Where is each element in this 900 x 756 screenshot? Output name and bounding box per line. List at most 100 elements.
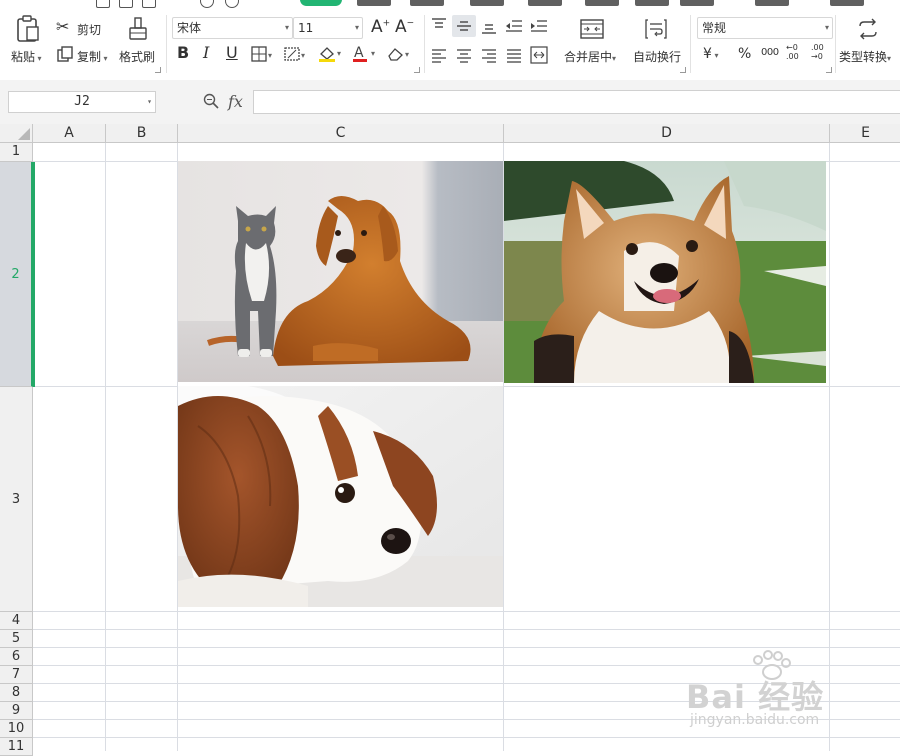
menu-tab[interactable] (635, 0, 669, 6)
name-box[interactable]: J2 ▾ (8, 91, 156, 113)
fill-color-icon[interactable]: ▾ (318, 45, 344, 65)
bold-icon[interactable]: B (177, 45, 189, 61)
grid-line (33, 611, 900, 612)
increase-decimal-button[interactable]: ←0 .00 (786, 43, 802, 61)
format-painter-icon[interactable] (128, 17, 148, 43)
type-convert-label: 类型转换 (839, 50, 888, 64)
divider (166, 15, 167, 73)
indent-icon[interactable] (530, 18, 548, 36)
svg-text:A: A (354, 45, 364, 61)
menu-tab[interactable] (680, 0, 714, 6)
align-right-icon[interactable] (481, 47, 497, 65)
divider (424, 15, 425, 73)
font-expand-icon[interactable] (414, 67, 420, 73)
font-color-icon[interactable]: A ▾ (352, 45, 378, 65)
align-middle-icon[interactable] (452, 15, 476, 37)
copy-button[interactable]: 复制 ▾ (77, 48, 108, 65)
format-painter-button[interactable]: 格式刷 (119, 48, 155, 65)
embedded-image-cat-and-dog[interactable] (178, 161, 503, 382)
outdent-icon[interactable] (505, 18, 523, 36)
row-header-6[interactable]: 6 (0, 648, 33, 666)
decrease-decimal-button[interactable]: .00 →0 (811, 43, 827, 61)
paste-button[interactable]: 粘贴 ▾ (11, 48, 42, 65)
select-all-corner[interactable] (0, 124, 33, 143)
justify-icon[interactable] (506, 47, 522, 65)
menu-tab[interactable] (528, 0, 562, 6)
svg-text:▾: ▾ (371, 49, 375, 58)
menu-tab[interactable] (830, 0, 864, 6)
row-header-1[interactable]: 1 (0, 143, 33, 162)
row-header-4[interactable]: 4 (0, 612, 33, 630)
scissors-icon[interactable]: ✂ (56, 19, 69, 35)
align-bottom-icon[interactable] (481, 19, 497, 37)
column-header-b[interactable]: B (106, 124, 178, 143)
merge-center-button[interactable]: 合并居中▾ (564, 48, 616, 65)
number-format-select[interactable]: 常规 ▾ (697, 17, 833, 39)
embedded-image-corgi[interactable] (504, 161, 826, 383)
underline-icon[interactable]: U (226, 45, 238, 61)
merge-center-icon[interactable] (580, 18, 604, 42)
watermark-url: jingyan.baidu.com (690, 712, 820, 728)
menu-tab[interactable] (357, 0, 391, 6)
distributed-align-icon[interactable] (530, 46, 548, 66)
save-icon[interactable] (96, 0, 110, 8)
title-bar-strip (0, 0, 900, 9)
type-convert-button[interactable]: 类型转换▾ (839, 48, 891, 65)
copy-label: 复制 (77, 50, 102, 64)
row-header-9[interactable]: 9 (0, 702, 33, 720)
cell-style-icon[interactable]: ▾ (284, 46, 308, 64)
column-header-c[interactable]: C (178, 124, 504, 143)
row-header-5[interactable]: 5 (0, 630, 33, 648)
grid-line (33, 629, 900, 630)
increase-font-icon[interactable]: A+ (371, 19, 390, 36)
font-name-select[interactable]: 宋体 ▾ (172, 17, 293, 39)
fx-icon[interactable]: fx (228, 92, 243, 111)
menu-tab[interactable] (410, 0, 444, 6)
redo-icon[interactable] (225, 0, 239, 8)
align-center-icon[interactable] (456, 47, 472, 65)
align-top-icon[interactable] (431, 17, 447, 35)
font-size-select[interactable]: 11 ▾ (293, 17, 363, 39)
decrease-font-icon[interactable]: A− (395, 19, 414, 36)
type-convert-icon[interactable] (857, 18, 879, 42)
print-icon[interactable] (119, 0, 133, 8)
paste-icon[interactable] (15, 15, 41, 45)
column-header-a[interactable]: A (33, 124, 106, 143)
copy-icon[interactable] (57, 46, 73, 64)
number-expand-icon[interactable] (826, 67, 832, 73)
italic-icon[interactable]: I (203, 45, 209, 61)
cut-button[interactable]: 剪切 (77, 21, 101, 38)
row-header-8[interactable]: 8 (0, 684, 33, 702)
wrap-text-icon[interactable] (645, 18, 667, 42)
thousands-separator-button[interactable]: 000 (761, 47, 779, 58)
svg-text:▾: ▾ (268, 51, 272, 60)
percent-button[interactable]: % (738, 46, 751, 62)
clear-format-icon[interactable]: ▾ (386, 46, 412, 64)
svg-text:▾: ▾ (405, 50, 409, 59)
row-header-7[interactable]: 7 (0, 666, 33, 684)
zoom-icon[interactable] (203, 93, 219, 112)
row-header-2[interactable]: 2 (0, 162, 33, 387)
number-format-value: 常规 (702, 21, 727, 35)
borders-icon[interactable]: ▾ (251, 46, 275, 64)
menu-tab[interactable] (755, 0, 789, 6)
column-header-e[interactable]: E (830, 124, 900, 143)
row-header-3[interactable]: 3 (0, 387, 33, 612)
preview-icon[interactable] (142, 0, 156, 8)
menu-tab[interactable] (585, 0, 619, 6)
start-tab-active[interactable] (300, 0, 342, 6)
row-header-11[interactable]: 11 (0, 738, 33, 756)
align-left-icon[interactable] (431, 47, 447, 65)
column-header-d[interactable]: D (504, 124, 830, 143)
alignment-expand-icon[interactable] (680, 67, 686, 73)
merge-center-label: 合并居中 (564, 50, 613, 64)
row-header-10[interactable]: 10 (0, 720, 33, 738)
embedded-image-spaniel[interactable] (178, 386, 503, 607)
currency-button[interactable]: ¥ ▾ (703, 46, 718, 62)
wrap-text-button[interactable]: 自动换行 (633, 48, 681, 65)
undo-icon[interactable] (200, 0, 214, 8)
clipboard-expand-icon[interactable] (155, 67, 161, 73)
currency-icon: ¥ (703, 46, 712, 62)
formula-input[interactable] (253, 90, 900, 114)
menu-tab[interactable] (470, 0, 504, 6)
